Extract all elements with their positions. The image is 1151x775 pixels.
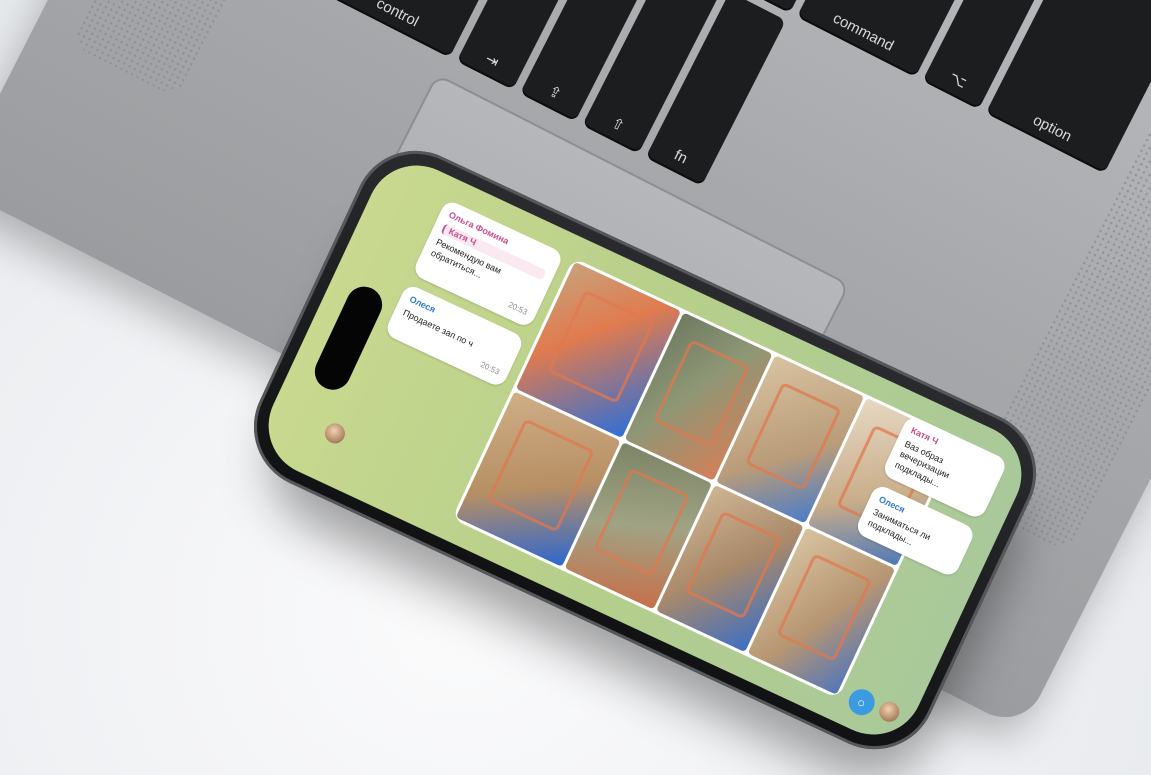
speaker-grille-left	[70, 0, 414, 99]
photo-scene: @2WSAZ⌘command⌥option^control⇥⇪⇧fn Ольга…	[0, 0, 1151, 775]
